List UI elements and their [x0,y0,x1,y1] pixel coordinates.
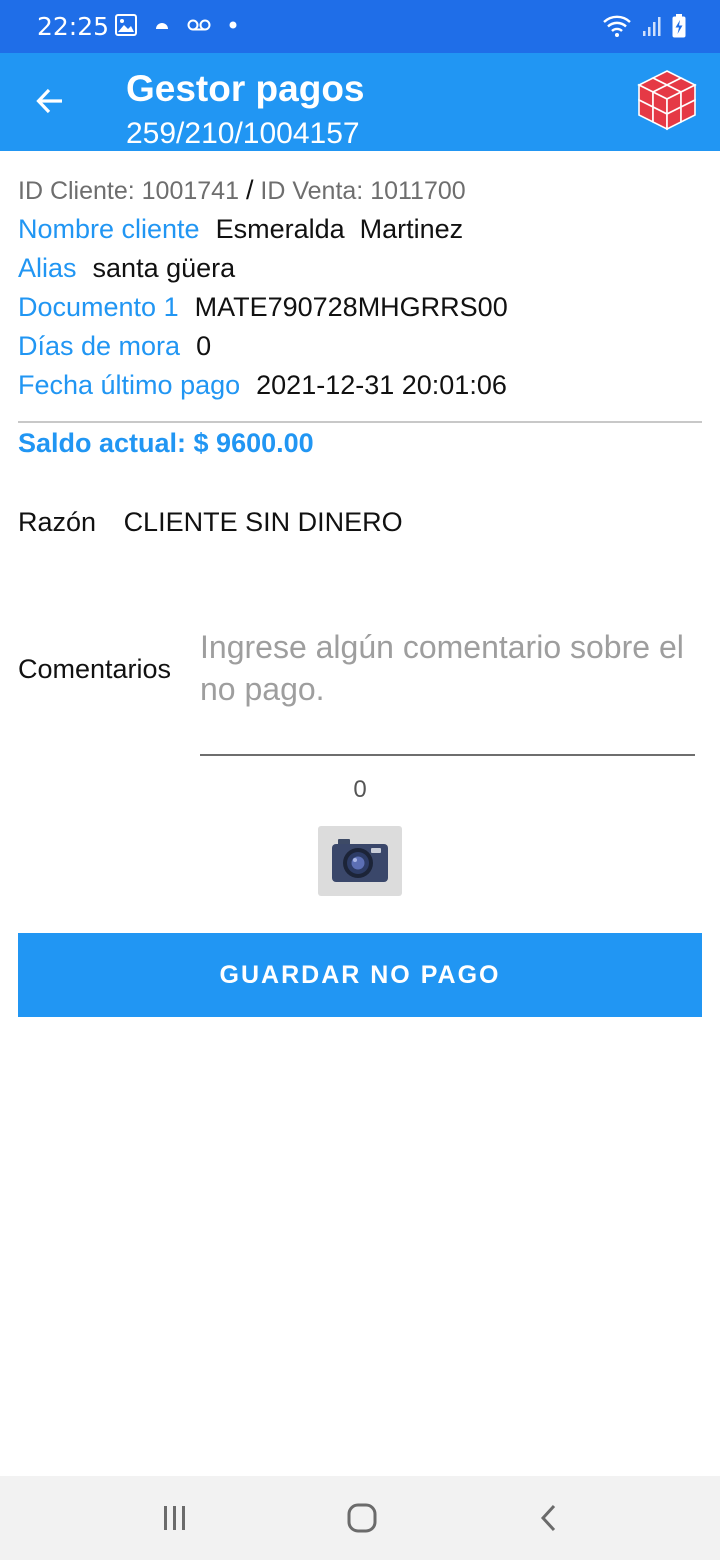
status-bar: 22:25 [0,0,720,53]
divider [18,421,702,423]
page-subtitle: 259/210/1004157 [126,117,360,150]
fecha-label: Fecha último pago [18,370,241,400]
nombre-row: Nombre cliente Esmeralda Martinez [18,213,702,252]
documento-value: MATE790728MHGRRS00 [194,292,508,322]
mora-label: Días de mora [18,331,181,361]
mora-row: Días de mora 0 [18,330,702,369]
cube-logo-icon [637,70,697,131]
status-icons-right [602,14,686,38]
arrow-back-icon [36,88,62,114]
id-separator: / [245,175,254,205]
camera-icon [332,839,388,882]
client-info: ID Cliente: 1001741 / ID Venta: 1011700 … [18,174,702,408]
nombre-label: Nombre cliente [18,214,200,244]
recent-apps-button[interactable] [150,1498,200,1538]
id-venta: ID Venta: 1011700 [260,177,466,205]
voicemail-icon [187,19,211,31]
alias-label: Alias [18,253,77,283]
alias-row: Alias santa güera [18,252,702,291]
home-icon [347,1503,377,1533]
razon-row: Razón CLIENTE SIN DINERO [18,507,403,538]
mora-value: 0 [196,331,212,361]
wifi-icon [603,15,631,37]
back-icon [540,1504,556,1532]
documento-row: Documento 1 MATE790728MHGRRS00 [18,291,702,330]
comentarios-label: Comentarios [18,654,172,684]
status-icons-left [115,14,237,36]
alias-value: santa güera [92,253,236,283]
guardar-no-pago-button[interactable]: GUARDAR NO PAGO [18,933,702,1017]
home-button[interactable] [337,1498,387,1538]
nombre-value: Esmeralda Martinez [215,214,464,244]
page-title: Gestor pagos [126,68,365,109]
ids-row: ID Cliente: 1001741 / ID Venta: 1011700 [18,174,702,213]
back-button[interactable] [28,79,72,123]
dot-icon [229,21,237,29]
android-icon [156,23,168,29]
id-cliente: ID Cliente: 1001741 [18,177,239,205]
documento-label: Documento 1 [18,292,179,322]
camera-button[interactable] [318,826,402,896]
battery-charging-icon [672,14,686,38]
status-time: 22:25 [37,12,110,41]
image-icon [115,14,137,36]
razon-label: Razón [18,507,97,537]
razon-value[interactable]: CLIENTE SIN DINERO [124,507,403,537]
comentarios-input[interactable] [200,626,695,756]
char-counter: 0 [353,776,367,803]
fecha-value: 2021-12-31 20:01:06 [256,370,507,400]
nav-back-button[interactable] [524,1498,574,1538]
fecha-row: Fecha último pago 2021-12-31 20:01:06 [18,369,702,408]
recent-apps-icon [164,1506,185,1530]
app-bar: Gestor pagos 259/210/1004157 [0,53,720,151]
signal-icon [643,17,661,36]
system-nav-bar [0,1476,720,1560]
saldo-actual: Saldo actual: $ 9600.00 [18,428,314,458]
